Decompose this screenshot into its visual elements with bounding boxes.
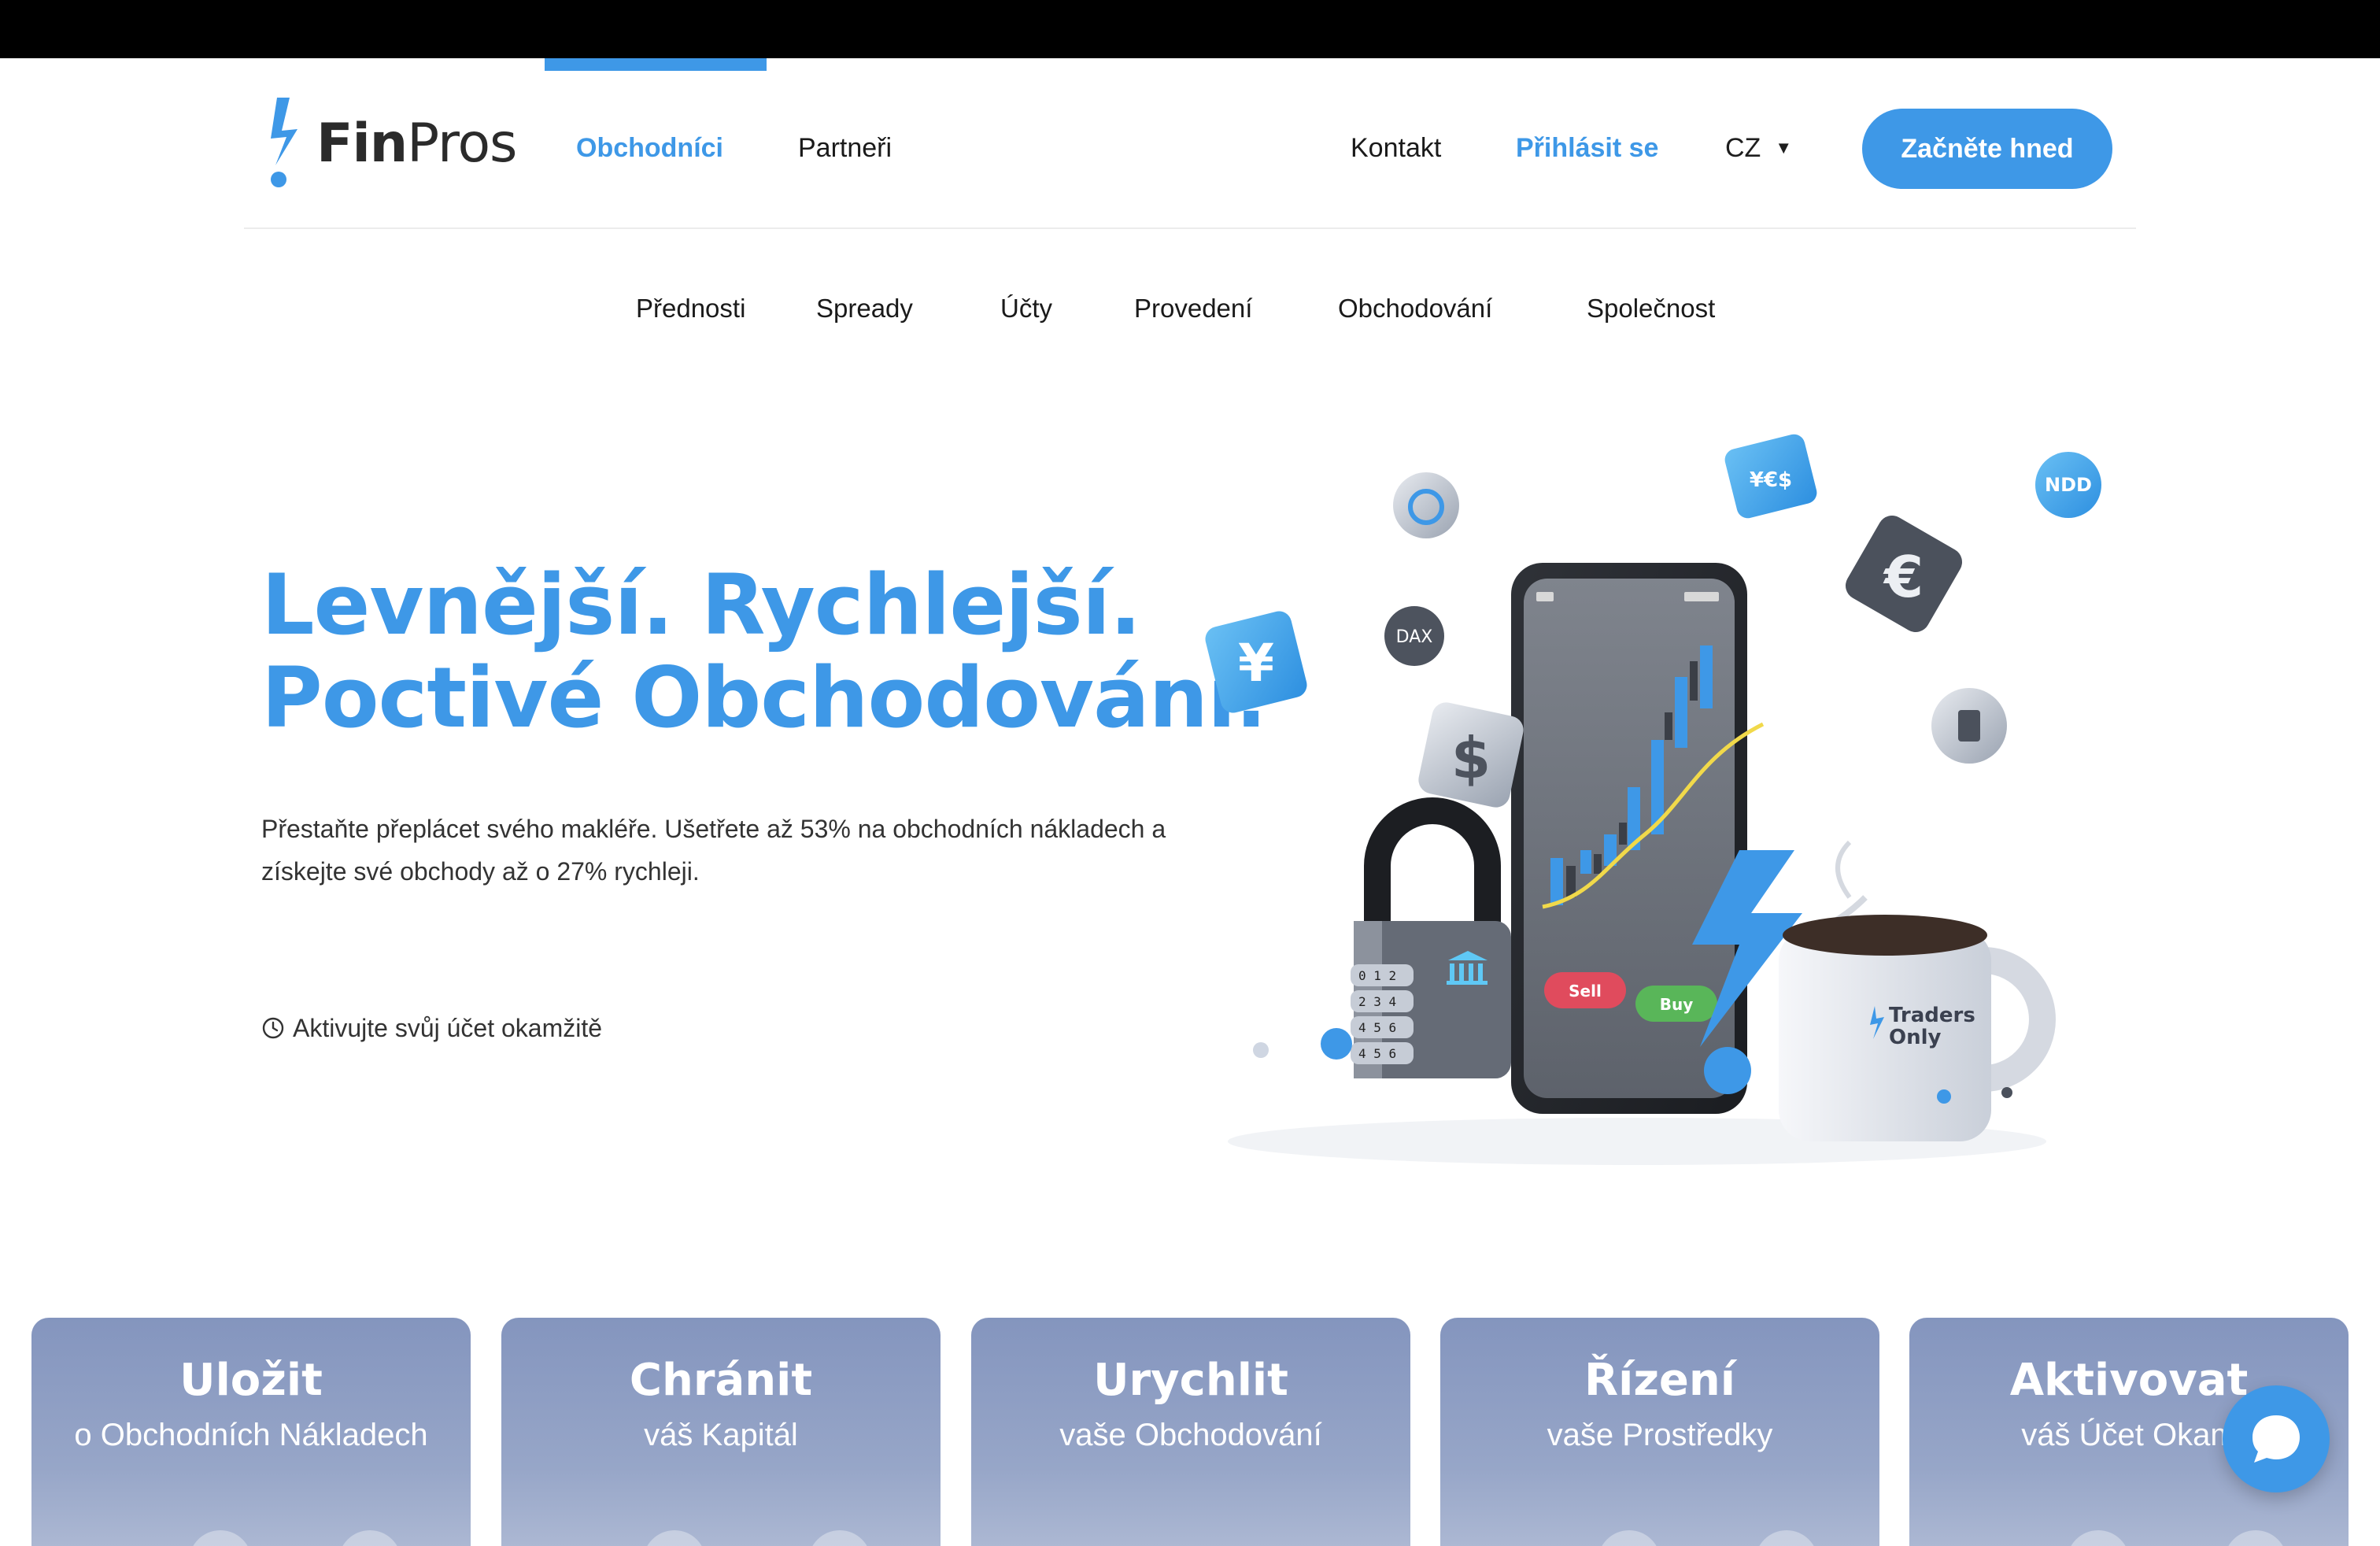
chevron-down-icon: ▼ [1775,138,1793,157]
ndd-label: NDD [2045,474,2092,496]
mug-text-line-2: Only [1889,1026,1942,1049]
card-subtitle: o Obchodních Nákladech [74,1418,428,1452]
browser-top-bar [0,0,2380,58]
nav-traders[interactable]: Obchodníci [576,132,723,164]
buy-label: Buy [1660,995,1694,1014]
section-subnav: Přednosti Spready Účty Provedení Obchodo… [0,293,2380,324]
subnav-item-company[interactable]: Společnost [1587,293,1715,324]
lock-icon [808,1530,871,1546]
dax-label: DAX [1396,627,1433,647]
chat-icon [2252,1415,2300,1463]
stopwatch-icon [2224,1530,2287,1546]
padlock-icon: 0 1 2 2 3 4 4 5 6 4 5 6 [1351,797,1511,1078]
card-title: Urychlit [1093,1355,1288,1406]
hero-note: Aktivujte svůj účet okamžitě [261,1012,602,1044]
phone-graphic: Sell Buy [1511,563,1765,1114]
dax-token-icon: DAX [1384,606,1444,666]
language-label: CZ [1725,133,1761,163]
lightning-logo-icon [271,98,298,187]
language-selector[interactable]: CZ ▼ [1725,132,1792,164]
card-subtitle: váš Kapitál [644,1418,798,1452]
dollar-label: $ [1451,725,1491,791]
stopwatch-token-icon [1393,472,1459,538]
lock-digit-row-2: 2 3 4 [1358,994,1396,1009]
coin-icon [338,1530,401,1546]
hero-title-line-1: Levnější. Rychlejší. [261,557,1141,653]
chat-widget-button[interactable] [2223,1385,2330,1492]
hero-title: Levnější. Rychlejší. Poctivé Obchodování… [261,557,1267,746]
header-divider [244,227,2136,229]
oil-barrel-token-icon [1931,688,2007,764]
yen-label: ¥ [1238,633,1274,693]
card-title: Chránit [629,1355,813,1406]
coin-icon [189,1530,252,1546]
hero-note-text: Aktivujte svůj účet okamžitě [293,1014,603,1042]
stopwatch-icon [2067,1530,2130,1546]
hero-title-line-2: Poctivé Obchodování. [261,649,1267,746]
feature-card-accelerate[interactable]: Urychlit vaše Obchodování [971,1318,1410,1546]
currency-cube-icon: ¥€$ [1724,434,1817,519]
subnav-item-execution[interactable]: Provedení [1134,293,1252,324]
lock-digit-row-4: 4 5 6 [1358,1046,1396,1061]
fingerprint-icon [1755,1530,1818,1546]
hero-illustration: Sell Buy 0 1 2 2 3 4 4 5 6 4 5 6 Traders… [1205,434,2101,1165]
mug-text-line-1: Traders [1889,1004,1975,1027]
coffee-mug-icon: Traders Only [1779,840,2056,1141]
lock-digit-row-1: 0 1 2 [1358,968,1396,983]
sell-label: Sell [1569,982,1602,1000]
active-nav-indicator [545,58,767,71]
card-subtitle: vaše Obchodování [1059,1418,1322,1452]
feature-cards: Uložit o Obchodních Nákladech Chránit vá… [0,1318,2380,1546]
euro-cube-icon: € [1845,515,1963,633]
lock-icon [643,1530,706,1546]
dollar-cube-icon: $ [1418,702,1524,808]
finpros-logo[interactable]: FinPros [260,98,517,189]
nav-login[interactable]: Přihlásit se [1516,132,1658,164]
lock-digit-row-3: 4 5 6 [1358,1020,1396,1035]
nav-contact[interactable]: Kontakt [1351,132,1441,164]
feature-card-protect[interactable]: Chránit váš Kapitál [501,1318,941,1546]
ndd-token-icon: NDD [2035,452,2101,518]
subnav-item-spreads[interactable]: Spready [816,293,913,324]
subnav-item-accounts[interactable]: Účty [1000,293,1052,324]
subnav-item-advantages[interactable]: Přednosti [636,293,745,324]
card-title: Uložit [179,1355,323,1406]
start-now-button[interactable]: Začněte hned [1862,109,2112,189]
subnav-item-trading[interactable]: Obchodování [1338,293,1492,324]
feature-card-manage[interactable]: Řízení vaše Prostředky [1440,1318,1879,1546]
hero-subtitle: Přestaňte přeplácet svého makléře. Ušetř… [261,815,1166,886]
feature-card-save[interactable]: Uložit o Obchodních Nákladech [31,1318,471,1546]
euro-label: € [1883,544,1924,610]
logo-text: FinPros [316,112,517,175]
yen-cube-icon: ¥ [1205,611,1307,713]
card-title: Řízení [1584,1355,1735,1406]
currency-label: ¥€$ [1750,468,1792,492]
clock-icon [262,1017,284,1039]
nav-partners[interactable]: Partneři [798,132,892,164]
card-subtitle: vaše Prostředky [1547,1418,1773,1452]
fingerprint-icon [1598,1530,1661,1546]
